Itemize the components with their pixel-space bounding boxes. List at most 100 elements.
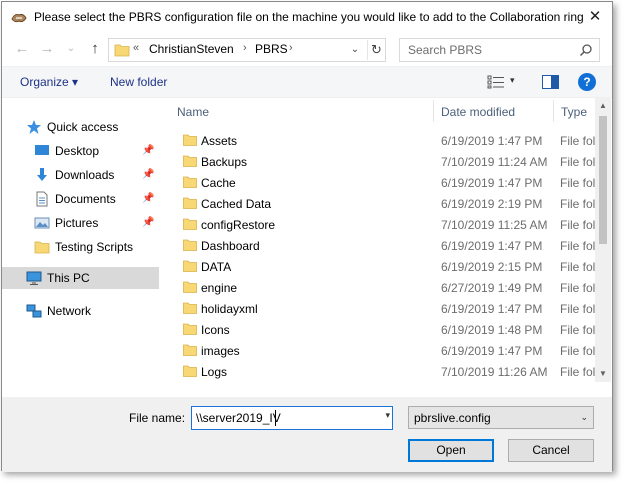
views-dropdown-button[interactable]: ▾ (510, 75, 515, 86)
file-name: Cache (201, 176, 236, 190)
recent-locations-button[interactable]: ⌄ (60, 38, 82, 60)
file-type-dropdown-button[interactable]: ⌄ (580, 412, 588, 423)
pin-icon[interactable]: 📌 (142, 145, 154, 156)
vertical-scrollbar[interactable]: ▲ ▼ (595, 98, 611, 382)
scroll-down-button[interactable]: ▼ (595, 366, 611, 382)
command-toolbar: Organize ▾ New folder ▾ ? (2, 66, 612, 98)
file-type: File folder (560, 239, 599, 253)
forward-button[interactable]: → (36, 38, 58, 60)
column-header-date[interactable]: Date modified (435, 98, 552, 124)
file-name-label: File name: (129, 411, 186, 425)
computer-icon (26, 271, 42, 285)
sidebar-item-network[interactable]: Network (2, 300, 159, 322)
file-row[interactable]: Dashboard 6/19/2019 1:47 PM File folder (161, 235, 599, 256)
up-button[interactable]: ↑ (84, 38, 106, 60)
folder-icon (34, 241, 50, 254)
scroll-up-button[interactable]: ▲ (595, 98, 611, 114)
pin-icon[interactable]: 📌 (142, 217, 154, 228)
open-button[interactable]: Open (408, 439, 494, 462)
folder-icon (183, 218, 197, 230)
sidebar-item-quick-access[interactable]: Quick access (2, 116, 159, 138)
file-row[interactable]: Icons 6/19/2019 1:48 PM File folder (161, 319, 599, 340)
file-open-dialog: Please select the PBRS configuration fil… (1, 1, 613, 472)
file-row[interactable]: DATA 6/19/2019 2:15 PM File folder (161, 256, 599, 277)
search-box[interactable]: Search PBRS (399, 38, 600, 62)
dialog-footer: File name: \\server2019_IV ▾ pbrslive.co… (2, 397, 612, 472)
file-row[interactable]: engine 6/27/2019 1:49 PM File folder (161, 277, 599, 298)
file-row[interactable]: Logs 7/10/2019 11:26 AM File folder (161, 361, 599, 382)
title-bar: Please select the PBRS configuration fil… (2, 2, 612, 34)
views-icon[interactable] (487, 75, 505, 89)
file-name: Icons (201, 323, 230, 337)
address-overflow[interactable]: « (133, 42, 139, 54)
sidebar-item-label: Desktop (55, 144, 100, 158)
folder-icon (183, 323, 197, 335)
file-row[interactable]: Backups 7/10/2019 11:24 AM File folder (161, 151, 599, 172)
sidebar-item-downloads[interactable]: Downloads 📌 (2, 164, 159, 186)
folder-icon (183, 344, 197, 356)
file-row[interactable]: Cache 6/19/2019 1:47 PM File folder (161, 172, 599, 193)
file-name: holidayxml (201, 302, 258, 316)
column-header-name[interactable]: Name (171, 98, 433, 124)
sidebar-item-desktop[interactable]: Desktop 📌 (2, 140, 159, 162)
file-name-input[interactable]: \\server2019_IV ▾ (191, 406, 393, 430)
file-type-value[interactable]: pbrslive.config (414, 411, 491, 425)
organize-button[interactable]: Organize ▾ (20, 75, 78, 89)
address-segment[interactable]: PBRS (255, 42, 288, 56)
address-segment[interactable]: ChristianSteven (149, 42, 234, 56)
file-type: File folder (560, 281, 599, 295)
file-date: 6/27/2019 1:49 PM (441, 281, 543, 295)
file-row[interactable]: Assets 6/19/2019 1:47 PM File folder (161, 130, 599, 151)
close-button[interactable]: ✕ (582, 6, 608, 28)
new-folder-button[interactable]: New folder (110, 75, 167, 89)
folder-icon (183, 155, 197, 167)
app-icon (11, 13, 27, 23)
file-name: Cached Data (201, 197, 272, 211)
back-button[interactable]: ← (11, 38, 33, 60)
file-type: File folder (560, 365, 599, 379)
file-row[interactable]: configRestore 7/10/2019 11:25 AM File fold… (161, 214, 599, 235)
file-row[interactable]: images 6/19/2019 1:47 PM File folder (161, 340, 599, 361)
file-date: 6/19/2019 2:19 PM (441, 197, 543, 211)
desktop-icon (35, 145, 49, 155)
preview-pane-icon[interactable] (542, 75, 559, 89)
pictures-icon (34, 217, 50, 229)
file-row[interactable]: holidayxml 6/19/2019 1:47 PM File folder (161, 298, 599, 319)
cancel-button[interactable]: Cancel (508, 439, 594, 462)
file-row[interactable]: Cached Data 6/19/2019 2:19 PM File folder (161, 193, 599, 214)
file-name: Assets (201, 134, 238, 148)
column-header-label: Type (561, 105, 588, 119)
pin-icon[interactable]: 📌 (142, 169, 154, 180)
address-bar[interactable]: « ChristianSteven › PBRS › ⌄ ↻ (108, 38, 386, 62)
address-separator[interactable]: › (289, 42, 293, 54)
address-row: ← → ⌄ ↑ « ChristianSteven › PBRS › ⌄ ↻ S… (2, 34, 612, 66)
search-placeholder[interactable]: Search PBRS (408, 43, 482, 57)
sidebar-item-pictures[interactable]: Pictures 📌 (2, 212, 159, 234)
sidebar-item-testing-scripts[interactable]: Testing Scripts (2, 236, 159, 258)
file-type: File folder (560, 155, 599, 169)
refresh-button[interactable]: ↻ (367, 40, 385, 60)
file-name: images (201, 344, 240, 358)
address-separator[interactable]: › (243, 42, 247, 54)
file-type-select[interactable]: pbrslive.config ⌄ (408, 406, 594, 429)
sidebar-item-label: Network (47, 304, 92, 318)
sidebar-item-documents[interactable]: Documents 📌 (2, 188, 159, 210)
network-icon (26, 304, 42, 318)
column-divider[interactable] (433, 100, 434, 122)
folder-icon (183, 239, 197, 251)
file-name: Dashboard (201, 239, 260, 253)
sidebar-item-label: Documents (55, 192, 116, 206)
file-date: 6/19/2019 1:47 PM (441, 302, 543, 316)
file-name-value[interactable]: \\server2019_IV (196, 411, 281, 425)
file-type: File folder (560, 323, 599, 337)
sidebar-item-this-pc[interactable]: This PC (2, 267, 159, 289)
column-divider[interactable] (553, 100, 554, 122)
scroll-thumb[interactable] (599, 116, 607, 244)
file-name-dropdown-button[interactable]: ▾ (385, 410, 390, 421)
help-button[interactable]: ? (578, 73, 596, 91)
pin-icon[interactable]: 📌 (142, 193, 154, 204)
file-type: File folder (560, 302, 599, 316)
file-name: Logs (201, 365, 228, 379)
address-dropdown-button[interactable]: ⌄ (347, 41, 363, 59)
file-date: 6/19/2019 1:47 PM (441, 134, 543, 148)
